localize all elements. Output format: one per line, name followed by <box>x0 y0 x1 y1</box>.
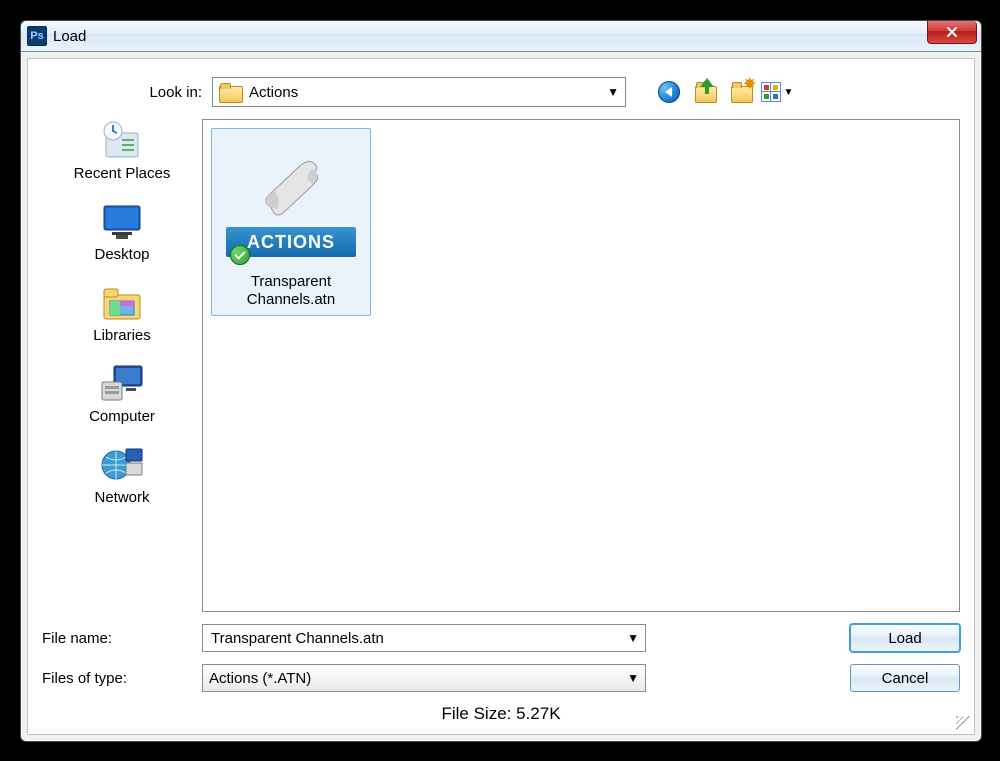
places-label: Desktop <box>94 246 149 263</box>
filetype-label: Files of type: <box>42 670 202 687</box>
file-item[interactable]: ACTIONS Transparent Channels.atn <box>211 128 371 316</box>
check-badge-icon <box>230 245 250 265</box>
resize-grip[interactable] <box>956 716 972 732</box>
places-label: Network <box>94 489 149 506</box>
nav-toolbar: ✸ ▼ <box>656 79 790 105</box>
view-menu-button[interactable]: ▼ <box>764 79 790 105</box>
close-icon <box>945 25 959 39</box>
chevron-down-icon: ▼ <box>627 631 639 645</box>
close-button[interactable] <box>927 21 977 44</box>
places-libraries[interactable]: Libraries <box>93 281 151 344</box>
places-label: Libraries <box>93 327 151 344</box>
window-title: Load <box>53 28 86 45</box>
filetype-combobox[interactable]: Actions (*.ATN) ▼ <box>202 664 646 692</box>
view-menu-icon: ▼ <box>761 82 794 102</box>
lookin-row: Look in: Actions ▼ ✸ <box>42 77 960 107</box>
network-icon <box>98 443 146 487</box>
lookin-value: Actions <box>249 84 298 101</box>
folder-icon <box>219 83 241 101</box>
chevron-down-icon: ▼ <box>627 671 639 685</box>
desktop-icon <box>98 200 146 244</box>
filetype-row: Files of type: Actions (*.ATN) ▼ Cancel <box>42 664 960 692</box>
new-folder-icon: ✸ <box>729 81 753 103</box>
new-folder-button[interactable]: ✸ <box>728 79 754 105</box>
back-button[interactable] <box>656 79 682 105</box>
places-desktop[interactable]: Desktop <box>94 200 149 263</box>
cancel-button[interactable]: Cancel <box>850 664 960 692</box>
places-recent[interactable]: Recent Places <box>74 119 171 182</box>
places-label: Computer <box>89 408 155 425</box>
filename-combobox[interactable]: ▼ <box>202 624 646 652</box>
places-computer[interactable]: Computer <box>89 362 155 425</box>
places-label: Recent Places <box>74 165 171 182</box>
filename-row: File name: ▼ Load <box>42 624 960 652</box>
places-network[interactable]: Network <box>94 443 149 506</box>
action-script-icon <box>251 147 331 227</box>
dialog-body: Look in: Actions ▼ ✸ <box>27 58 975 735</box>
back-icon <box>658 81 680 103</box>
filetype-value: Actions (*.ATN) <box>209 670 311 687</box>
libraries-icon <box>98 281 146 325</box>
file-name: Transparent Channels.atn <box>247 273 335 309</box>
titlebar: Ps Load <box>21 21 981 52</box>
chevron-down-icon: ▼ <box>607 85 619 99</box>
app-icon: Ps <box>27 26 47 46</box>
computer-icon <box>98 362 146 406</box>
file-thumbnail: ACTIONS <box>226 137 356 267</box>
up-one-level-icon <box>693 81 717 103</box>
places-bar: Recent Places Desktop <box>42 119 202 612</box>
lookin-label: Look in: <box>42 84 212 101</box>
filename-label: File name: <box>42 630 202 647</box>
recent-places-icon <box>98 119 146 163</box>
main-row: Recent Places Desktop <box>42 119 960 612</box>
file-size-text: File Size: 5.27K <box>42 704 960 724</box>
bottom-panel: File name: ▼ Load Files of type: Actions… <box>42 624 960 724</box>
load-button[interactable]: Load <box>850 624 960 652</box>
load-dialog-window: Ps Load Look in: Actions ▼ <box>20 20 982 742</box>
file-list[interactable]: ACTIONS Transparent Channels.atn <box>202 119 960 612</box>
filename-input[interactable] <box>209 629 639 648</box>
lookin-combobox[interactable]: Actions ▼ <box>212 77 626 107</box>
up-one-level-button[interactable] <box>692 79 718 105</box>
